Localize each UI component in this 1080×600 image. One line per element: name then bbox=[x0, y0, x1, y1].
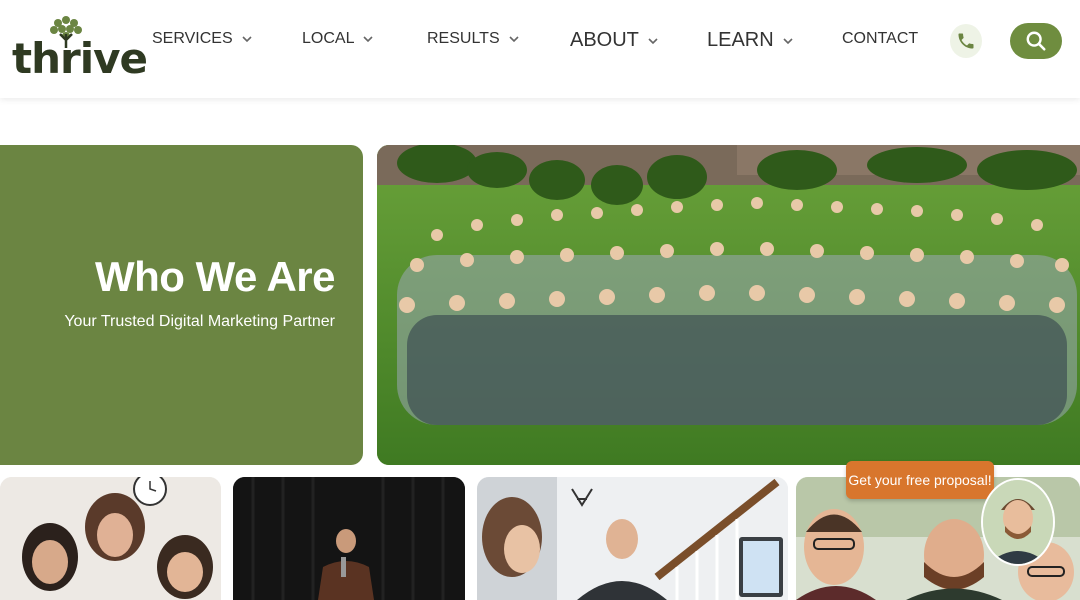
chevron-down-icon bbox=[509, 36, 519, 43]
nav-services[interactable]: SERVICES bbox=[152, 30, 253, 48]
nav-label: LOCAL bbox=[302, 30, 355, 47]
hero-subtitle: Your Trusted Digital Marketing Partner bbox=[64, 313, 335, 330]
chevron-down-icon bbox=[648, 37, 658, 44]
thumbnail-speaker[interactable] bbox=[233, 477, 465, 600]
hero-panel: Who We Are Your Trusted Digital Marketin… bbox=[0, 145, 363, 465]
phone-button[interactable] bbox=[950, 24, 982, 58]
team-photo bbox=[377, 145, 1080, 465]
nav-label: ABOUT bbox=[570, 29, 639, 51]
logo-wordmark: thrive bbox=[12, 34, 148, 83]
chevron-down-icon bbox=[783, 37, 793, 44]
site-header: thrive SERVICES LOCAL RESULTS ABOUT LEAR… bbox=[0, 0, 1080, 98]
search-icon bbox=[1026, 31, 1046, 51]
nav-label: RESULTS bbox=[427, 30, 500, 47]
thrive-logo[interactable]: thrive bbox=[12, 12, 148, 83]
chevron-down-icon bbox=[363, 36, 374, 43]
nav-contact[interactable]: CONTACT bbox=[842, 30, 918, 48]
thumbnail-office[interactable] bbox=[477, 477, 788, 600]
free-proposal-button[interactable]: Get your free proposal! bbox=[846, 461, 994, 499]
chat-avatar[interactable] bbox=[981, 478, 1055, 566]
chevron-down-icon bbox=[242, 36, 252, 43]
phone-icon bbox=[958, 33, 974, 49]
thumbnail-image bbox=[477, 477, 788, 600]
nav-local[interactable]: LOCAL bbox=[302, 30, 374, 48]
hero-title: Who We Are bbox=[94, 253, 336, 300]
nav-label: CONTACT bbox=[842, 30, 919, 47]
avatar-image bbox=[983, 480, 1053, 564]
nav-learn[interactable]: LEARN bbox=[707, 29, 794, 52]
nav-label: LEARN bbox=[707, 29, 774, 51]
thumbnail-image bbox=[233, 477, 465, 600]
nav-results[interactable]: RESULTS bbox=[427, 30, 520, 48]
search-button[interactable] bbox=[1010, 23, 1062, 59]
thumbnail-team-meeting[interactable] bbox=[0, 477, 221, 600]
nav-about[interactable]: ABOUT bbox=[570, 29, 659, 52]
thumbnail-image bbox=[0, 477, 221, 600]
nav-label: SERVICES bbox=[152, 30, 233, 47]
team-photo-illustration bbox=[377, 145, 1080, 465]
